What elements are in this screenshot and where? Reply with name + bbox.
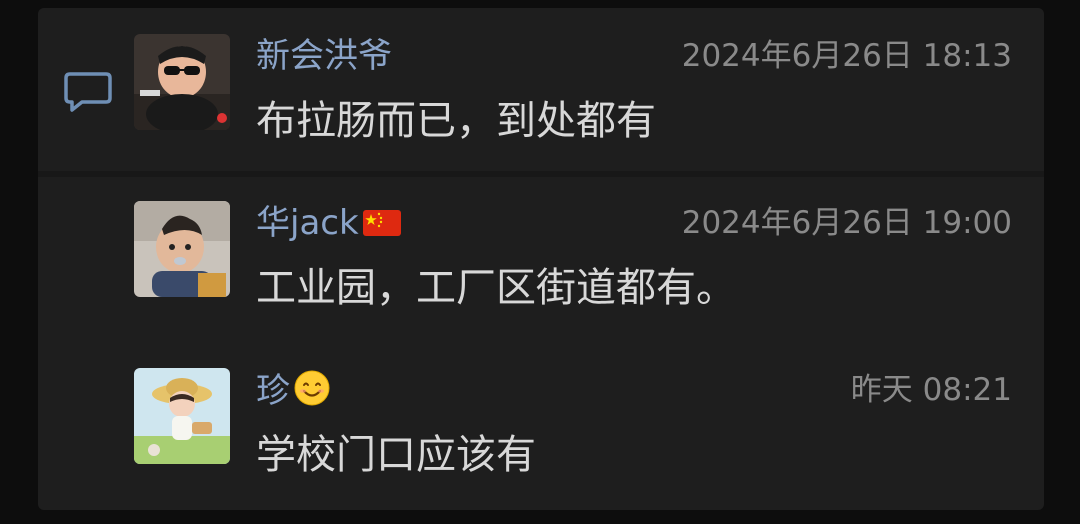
comment-author[interactable]: 新会洪爷 [256,36,392,76]
comment-author[interactable]: 华jack [256,203,401,245]
comment-item[interactable]: 华jack 2024年6月26日 19:00 工业园，工厂区街道都有。 [134,201,1012,341]
comment-time: 2024年6月26日 18:13 [681,38,1012,74]
comment-text: 布拉肠而已，到处都有 [256,98,656,144]
comment-text: 学校门口应该有 [256,432,536,478]
comment-text: 工业园，工厂区街道都有。 [256,265,736,311]
comment-thread: 新会洪爷 2024年6月26日 18:13 布拉肠而已，到处都有 华jack 2… [38,8,1044,510]
author-name[interactable]: 华jack [256,203,359,243]
smile-emoji-icon [294,370,330,415]
avatar[interactable] [134,34,230,130]
comment-item[interactable]: 新会洪爷 2024年6月26日 18:13 布拉肠而已，到处都有 [134,34,1012,174]
avatar[interactable] [134,368,230,464]
comment-time: 2024年6月26日 19:00 [681,205,1012,241]
comment-author[interactable]: 珍 [256,370,330,415]
author-name[interactable]: 珍 [256,371,290,411]
avatar[interactable] [134,201,230,297]
comment-item[interactable]: 珍 昨天 08:21 学校门口应该有 [134,368,1012,508]
comment-icon[interactable] [62,70,114,116]
china-flag-icon [362,205,401,245]
comment-time: 昨天 08:21 [850,372,1012,408]
